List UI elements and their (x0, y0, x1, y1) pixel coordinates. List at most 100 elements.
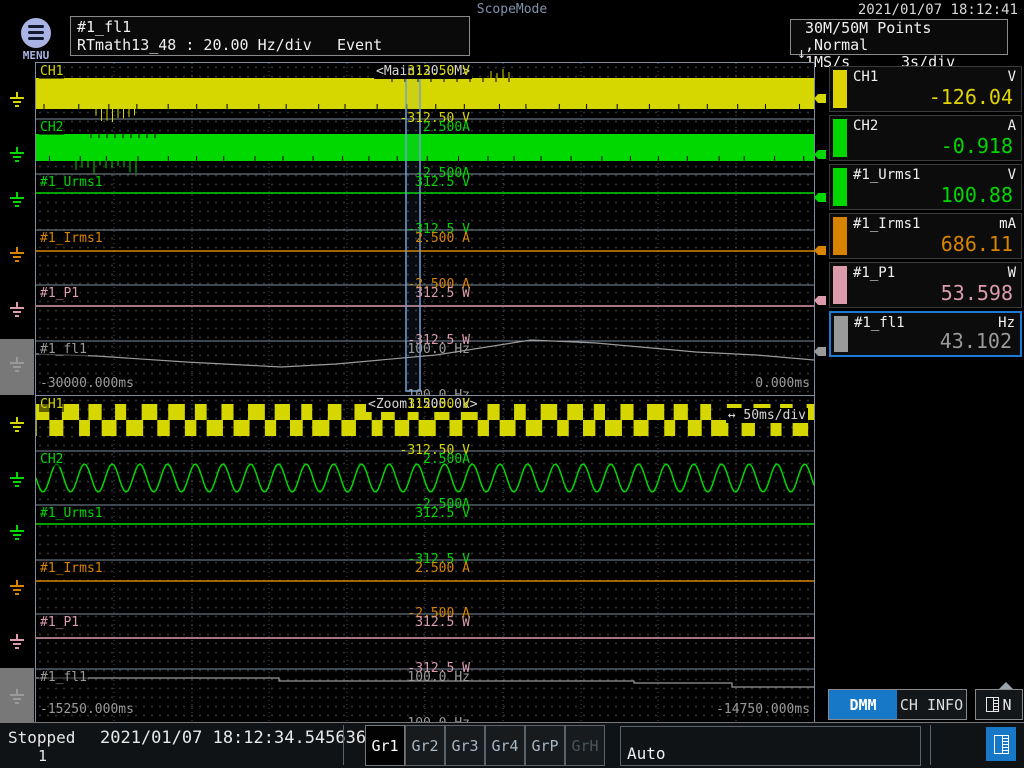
measurement-unit: V (1008, 167, 1016, 183)
measurement-cell-1p1[interactable]: #1_P1 W53.598 (829, 262, 1022, 308)
ground-icon (8, 472, 26, 489)
zoom-top-scale: 312.5 V (415, 506, 470, 521)
channel-color-bar (834, 316, 848, 352)
measurement-name: CH1 (853, 69, 878, 85)
measurement-value: 43.102 (940, 329, 1012, 353)
channel-color-bar (833, 119, 847, 157)
display-layout-button[interactable] (986, 727, 1016, 761)
zoom-top-scale: 312.50 V (407, 397, 470, 412)
channel-level-marker-icon[interactable] (814, 193, 826, 202)
measurement-cell-ch1[interactable]: CH1 V-126.04 (829, 66, 1022, 112)
tab-gr2[interactable]: Gr2 (405, 725, 445, 766)
main-top-scale: 312.50 V (407, 64, 470, 79)
main-time-left: -30000.000ms (40, 376, 134, 391)
footer-separator (930, 725, 931, 765)
channel-level-marker-icon[interactable] (814, 296, 826, 305)
zoom-time-right: -14750.000ms (716, 702, 810, 717)
acquisition-points: 30M/50M Points ,Normal (805, 20, 1003, 54)
ground-icon (8, 634, 26, 651)
main-channel-label: #1_Urms1 (39, 175, 104, 190)
measurement-cell-1irms1[interactable]: #1_Irms1 mA686.11 (829, 213, 1022, 259)
table-icon (986, 697, 999, 712)
zoom-channel-label: CH1 (39, 397, 64, 412)
zoom-top-scale: 2.500A (423, 452, 470, 467)
channel-level-marker-icon[interactable] (814, 94, 826, 103)
numeric-display-button[interactable]: N (975, 689, 1023, 720)
channel-color-bar (833, 217, 847, 255)
sidebar-button-group: DMM CH INFO (828, 689, 967, 720)
zoom-top-scale: 312.5 W (415, 615, 470, 630)
hamburger-icon (21, 18, 51, 48)
main-waveform-area[interactable]: <Main:30.0M> -30000.000ms 0.000ms CH1312… (35, 62, 815, 396)
event-label: Event (337, 36, 382, 54)
trigger-position-arrow-icon: ↓ (797, 44, 806, 62)
measurement-unit: V (1008, 69, 1016, 85)
ground-icon (8, 302, 26, 319)
measurement-value: -126.04 (929, 85, 1013, 109)
zoom-channel-label: #1_Urms1 (39, 506, 104, 521)
measurement-name: #1_Irms1 (853, 216, 920, 232)
main-channel-label: #1_fl1 (39, 342, 88, 357)
active-channel-name: #1_fl1 (77, 18, 463, 36)
channel-color-bar (833, 168, 847, 206)
measurement-cell-ch2[interactable]: CH2A-0.918 (829, 115, 1022, 161)
measurement-name: #1_P1 (853, 265, 895, 281)
menu-button[interactable]: MENU (14, 18, 58, 62)
numeric-display-label: N (1002, 696, 1011, 714)
channel-level-marker-icon[interactable] (814, 347, 826, 356)
zoom-channel-label: #1_P1 (39, 615, 80, 630)
ground-icon (8, 247, 26, 264)
measurement-unit: W (1008, 265, 1016, 281)
main-channel-label: #1_P1 (39, 286, 80, 301)
ground-icon (8, 580, 26, 597)
acquisition-info-box[interactable]: 30M/50M Points ,Normal 1MS/s3s/div (790, 19, 1008, 55)
dmm-button[interactable]: DMM (829, 690, 897, 719)
zoom-waveform-area[interactable]: <Zoom1:500.0k> ↔ 50ms/div -15250.000ms -… (35, 395, 815, 723)
main-top-scale: 2.500 A (415, 231, 470, 246)
zoom-channel-label: #1_Irms1 (39, 561, 104, 576)
measurement-cell-1urms1[interactable]: #1_Urms1V100.88 (829, 164, 1022, 210)
status-bar: Stopped 1 2021/01/07 18:12:34.54563631 G… (0, 722, 1024, 768)
scope-screen: { "header": { "app_title": "ScopeMode", … (0, 0, 1024, 768)
measurement-value: 53.598 (941, 281, 1013, 305)
measurement-cell-1fl1[interactable]: #1_fl1Hz43.102 (829, 311, 1022, 357)
zoom-time-per-div: ↔ 50ms/div (726, 408, 808, 423)
trigger-mode-box[interactable]: Auto (620, 726, 921, 766)
zoom-time-left: -15250.000ms (40, 702, 134, 717)
channel-color-bar (833, 70, 847, 108)
zoom-channel-label: CH2 (39, 452, 64, 467)
ground-icon (8, 689, 26, 706)
zoom-top-scale: 100.0 Hz (407, 670, 470, 685)
measurement-value: 686.11 (941, 232, 1013, 256)
zoom-top-scale: 2.500 A (415, 561, 470, 576)
channel-level-marker-icon[interactable] (814, 246, 826, 255)
main-top-scale: 100.0 Hz (407, 342, 470, 357)
measurement-value: 100.88 (941, 183, 1013, 207)
main-top-scale: 312.5 W (415, 286, 470, 301)
measurement-name: #1_fl1 (854, 315, 905, 331)
ch-info-button[interactable]: CH INFO (897, 690, 966, 719)
main-top-scale: 312.5 V (415, 175, 470, 190)
tab-grh[interactable]: GrH (565, 725, 605, 766)
tab-gr4[interactable]: Gr4 (485, 725, 525, 766)
tab-gr1[interactable]: Gr1 (365, 725, 405, 766)
layout-icon (994, 735, 1009, 754)
app-mode-title: ScopeMode (477, 2, 547, 17)
measurement-unit: A (1008, 118, 1016, 134)
main-channel-label: CH1 (39, 64, 64, 79)
main-time-right: 0.000ms (755, 376, 810, 391)
tab-grp[interactable]: GrP (525, 725, 565, 766)
main-top-scale: 2.500A (423, 120, 470, 135)
group-tab-bar: Gr1Gr2Gr3Gr4GrPGrH (365, 725, 605, 766)
main-channel-label: #1_Irms1 (39, 231, 104, 246)
ground-icon (8, 525, 26, 542)
measurement-name: CH2 (853, 118, 878, 134)
active-channel-info-box[interactable]: #1_fl1 RTmath13_48 : 20.00 Hz/div Event (70, 16, 470, 56)
tab-gr3[interactable]: Gr3 (445, 725, 485, 766)
collapse-up-triangle-icon[interactable] (999, 682, 1013, 689)
header-datetime: 2021/01/07 18:12:41 (858, 2, 1018, 18)
channel-level-marker-icon[interactable] (814, 150, 826, 159)
footer-separator (343, 725, 344, 765)
ground-icon (8, 147, 26, 164)
measurement-unit: mA (999, 216, 1016, 232)
